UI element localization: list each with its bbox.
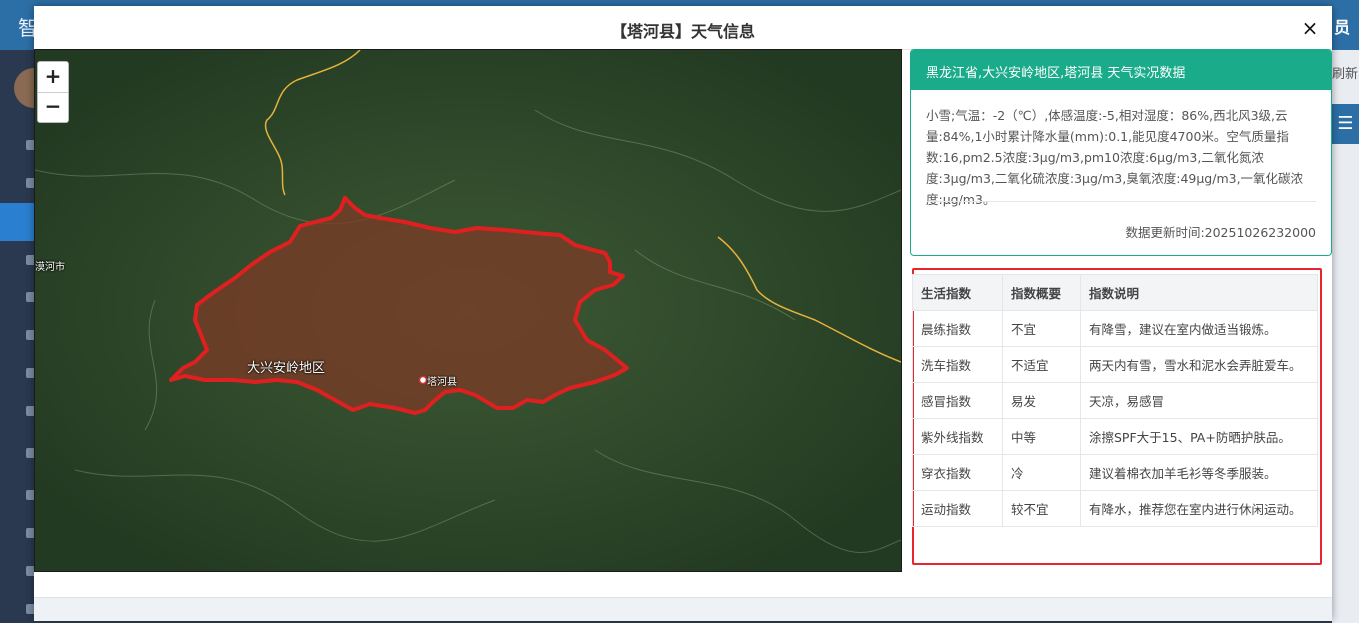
- index-desc: 有降水，推荐您在室内进行休闲运动。: [1080, 490, 1318, 527]
- column-header: 生活指数: [912, 274, 1003, 311]
- index-level: 不适宜: [1002, 346, 1081, 383]
- index-level: 易发: [1002, 382, 1081, 419]
- life-index-table: 生活指数 指数概要 指数说明 晨练指数 不宜 有降雪，建议在室内做适当锻炼。 洗…: [912, 274, 1318, 527]
- weather-detail: 小雪;气温：-2（℃）,体感温度:-5,相对湿度：86%,西北风3级,云量:84…: [926, 108, 1304, 207]
- table-row: 运动指数 较不宜 有降水，推荐您在室内进行休闲运动。: [912, 490, 1318, 527]
- index-name: 感冒指数: [912, 382, 1003, 419]
- update-time: 数据更新时间:20251026232000: [1125, 225, 1316, 240]
- hamburger-icon[interactable]: ☰: [1332, 104, 1359, 144]
- index-name: 洗车指数: [912, 346, 1003, 383]
- index-level: 冷: [1002, 454, 1081, 491]
- table-row: 洗车指数 不适宜 两天内有雪，雪水和泥水会弄脏爱车。: [912, 346, 1318, 383]
- zoom-out-button[interactable]: −: [38, 92, 68, 122]
- zoom-control: + −: [37, 61, 69, 123]
- divider: [926, 201, 1316, 202]
- table-row: 感冒指数 易发 天凉，易感冒: [912, 382, 1318, 419]
- refresh-link[interactable]: 刷新: [1332, 63, 1358, 82]
- zoom-in-button[interactable]: +: [38, 62, 68, 93]
- map-label-mohe: 漠河市: [35, 262, 65, 273]
- sidebar-item-active[interactable]: [0, 203, 34, 241]
- table-row: 紫外线指数 中等 涂擦SPF大于15、PA+防晒护肤品。: [912, 418, 1318, 455]
- table-header-row: 生活指数 指数概要 指数说明: [912, 274, 1318, 311]
- table-row: 穿衣指数 冷 建议着棉衣加羊毛衫等冬季服装。: [912, 454, 1318, 491]
- modal-header: 【塔河县】天气信息 ×: [34, 6, 1332, 50]
- index-desc: 两天内有雪，雪水和泥水会弄脏爱车。: [1080, 346, 1318, 383]
- map-label-county: 塔河县: [427, 377, 457, 388]
- index-level: 不宜: [1002, 310, 1081, 347]
- weather-card: 黑龙江省,大兴安岭地区,塔河县 天气实况数据 小雪;气温：-2（℃）,体感温度:…: [910, 49, 1332, 256]
- satellite-map: [35, 50, 901, 571]
- table-row: 晨练指数 不宜 有降雪，建议在室内做适当锻炼。: [912, 310, 1318, 347]
- index-desc: 涂擦SPF大于15、PA+防晒护肤品。: [1080, 418, 1318, 455]
- user-label[interactable]: 员: [1334, 14, 1350, 38]
- map-view[interactable]: + − 漠河市 大兴安岭地区 塔河县: [34, 49, 902, 572]
- weather-modal: 【塔河县】天气信息 × + − 漠河市 大兴安岭地区 塔河县 黑龙江省,大兴安岭…: [34, 6, 1332, 621]
- column-header: 指数说明: [1080, 274, 1318, 311]
- weather-card-header: 黑龙江省,大兴安岭地区,塔河县 天气实况数据: [911, 50, 1331, 90]
- close-icon[interactable]: ×: [1300, 16, 1320, 40]
- index-desc: 天凉，易感冒: [1080, 382, 1318, 419]
- map-label-region: 大兴安岭地区: [247, 361, 326, 376]
- index-level: 较不宜: [1002, 490, 1081, 527]
- index-name: 穿衣指数: [912, 454, 1003, 491]
- weather-card-title: 黑龙江省,大兴安岭地区,塔河县 天气实况数据: [926, 66, 1186, 81]
- index-name: 紫外线指数: [912, 418, 1003, 455]
- index-desc: 建议着棉衣加羊毛衫等冬季服装。: [1080, 454, 1318, 491]
- index-name: 运动指数: [912, 490, 1003, 527]
- index-name: 晨练指数: [912, 310, 1003, 347]
- index-level: 中等: [1002, 418, 1081, 455]
- county-marker[interactable]: [418, 375, 428, 385]
- column-header: 指数概要: [1002, 274, 1081, 311]
- modal-footer: [34, 597, 1332, 621]
- index-desc: 有降雪，建议在室内做适当锻炼。: [1080, 310, 1318, 347]
- modal-title: 【塔河县】天气信息: [610, 22, 755, 41]
